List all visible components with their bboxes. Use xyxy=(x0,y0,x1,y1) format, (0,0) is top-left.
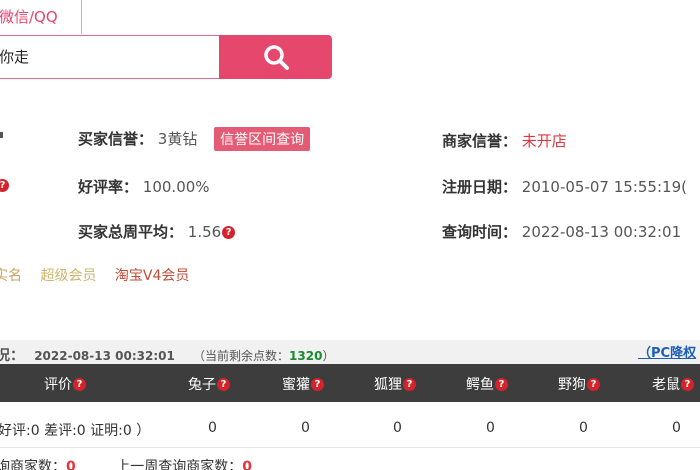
footer-stats: 询商家数：0 上一周查询商家数：0 xyxy=(0,456,252,470)
cell-rabbit: 0 xyxy=(208,420,217,436)
member-tags: 实名 超级会员 淘宝V4会员 xyxy=(0,265,203,285)
good-rate-label: 好评率： xyxy=(78,178,139,196)
weekly-avg-label: 买家总周平均： xyxy=(78,223,184,241)
remaining-suffix: ） xyxy=(322,349,335,363)
table-header: 评价? 兔子? 蜜獾? 狐狸? 鳄鱼? 野狗? 老鼠? xyxy=(0,364,700,402)
th-crocodile: 鳄鱼? xyxy=(466,374,508,394)
cell-fox: 0 xyxy=(393,420,402,436)
tag-taobao-v4: 淘宝V4会员 xyxy=(114,268,190,284)
last-week-count-value: 0 xyxy=(242,459,252,470)
remaining-label: （当前剩余点数： xyxy=(193,349,290,363)
register-date-value: 2010-05-07 15:55:19( xyxy=(521,178,687,196)
cell-rat: 0 xyxy=(672,420,681,436)
status-time: 2022-08-13 00:32:01 xyxy=(34,349,175,363)
cell-wild-dog: 0 xyxy=(579,420,588,436)
register-date-label: 注册日期： xyxy=(442,178,518,196)
buyer-credit-label: 买家信誉： xyxy=(78,130,154,148)
search-icon xyxy=(263,45,289,70)
cell-review: 好评:0 差评:0 证明:0 ） xyxy=(0,423,151,439)
search-button[interactable] xyxy=(219,35,332,79)
weekly-avg-value: 1.56 xyxy=(187,223,222,241)
th-review: 评价? xyxy=(44,374,86,394)
help-icon: ? xyxy=(0,175,9,194)
tab-wechat-qq[interactable]: 微信/QQ xyxy=(0,0,82,34)
help-icon[interactable]: ? xyxy=(217,378,230,391)
pc-downgrade-link[interactable]: （PC降权 xyxy=(638,342,696,361)
query-time-label: 查询时间： xyxy=(442,223,518,241)
help-icon[interactable]: ? xyxy=(403,378,416,391)
th-honey-badger: 蜜獾? xyxy=(282,374,324,394)
cell-crocodile: 0 xyxy=(486,420,495,436)
th-rat: 老鼠? xyxy=(652,374,694,394)
help-icon[interactable]: ? xyxy=(311,378,324,391)
th-wild-dog: 野狗? xyxy=(558,374,600,394)
last-week-count-label: 上一周查询商家数： xyxy=(116,459,243,470)
bullet-icon xyxy=(0,132,3,138)
th-fox: 狐狸? xyxy=(374,374,416,394)
credit-query-button[interactable]: 信誉区间查询 xyxy=(214,127,311,151)
help-icon[interactable]: ? xyxy=(495,378,508,391)
help-icon[interactable]: ? xyxy=(587,378,600,391)
remaining-count: 1320 xyxy=(289,349,323,363)
table-row: 好评:0 差评:0 证明:0 ） 0 0 0 0 0 0 xyxy=(0,402,700,448)
help-icon[interactable]: ? xyxy=(681,378,694,391)
status-text: 况： 2022-08-13 00:32:01 （当前剩余点数：1320） xyxy=(0,345,334,365)
query-count-label: 询商家数： xyxy=(0,459,66,470)
shop-credit-label: 商家信誉： xyxy=(442,132,518,150)
query-count-value: 0 xyxy=(66,459,76,470)
query-time-value: 2022-08-13 00:32:01 xyxy=(521,223,682,241)
tag-super-member: 超级会员 xyxy=(40,268,97,284)
shop-credit-value: 未开店 xyxy=(521,132,567,150)
th-rabbit: 兔子? xyxy=(188,374,230,394)
good-rate-value: 100.00% xyxy=(142,178,210,196)
cell-honey-badger: 0 xyxy=(301,420,310,436)
help-icon[interactable]: ? xyxy=(73,378,86,391)
buyer-credit-value: 3黄钻 xyxy=(157,130,198,148)
status-prefix: 况： xyxy=(0,348,24,364)
search-input[interactable]: 你走 xyxy=(0,35,220,79)
help-icon[interactable]: ? xyxy=(222,226,236,239)
tag-real-name: 实名 xyxy=(0,268,22,284)
